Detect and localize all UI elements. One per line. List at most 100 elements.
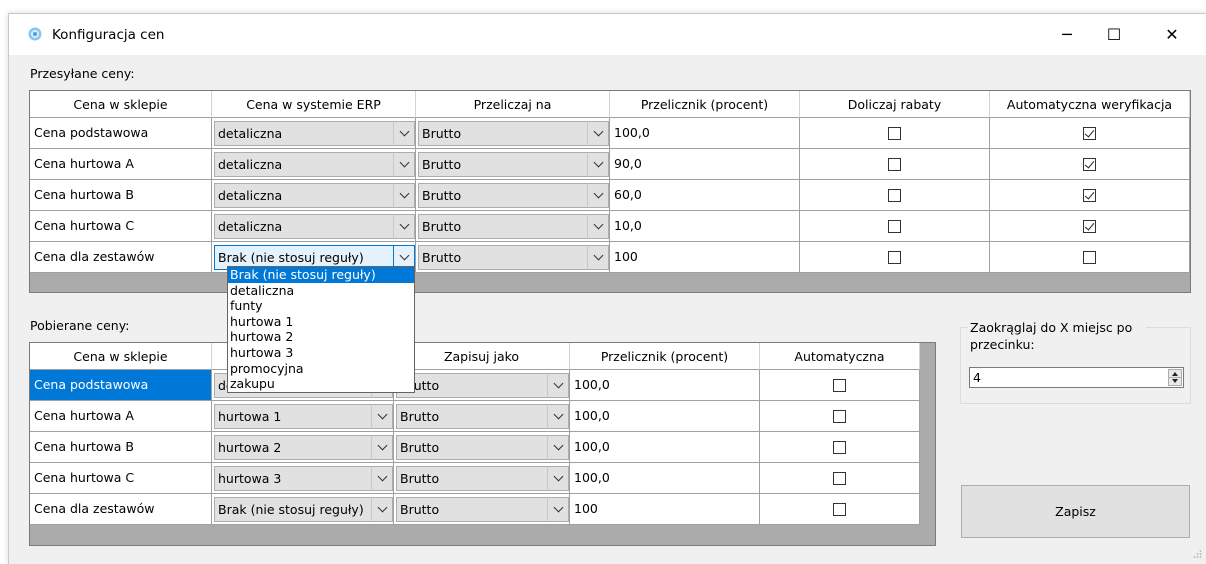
multiplier-cell[interactable]: 100 bbox=[570, 494, 760, 525]
convert-to-combo[interactable]: Brutto bbox=[416, 180, 610, 211]
fetched-column-header[interactable]: Cena w sklepie bbox=[30, 343, 212, 370]
chevron-down-icon[interactable] bbox=[371, 435, 393, 460]
multiplier-cell[interactable]: 100,0 bbox=[570, 432, 760, 463]
chevron-down-icon[interactable] bbox=[547, 373, 569, 398]
fetched-table-row[interactable]: Cena hurtowa Churtowa 3 Brutto 100,0 bbox=[30, 463, 920, 494]
erp-price-combo[interactable]: detaliczna bbox=[212, 211, 416, 242]
chevron-down-icon[interactable] bbox=[587, 152, 609, 177]
erp-price-combo[interactable]: detaliczna bbox=[212, 149, 416, 180]
chevron-down-icon[interactable] bbox=[547, 466, 569, 491]
chevron-down-icon[interactable] bbox=[393, 121, 415, 146]
shop-price-cell[interactable]: Cena dla zestawów bbox=[30, 494, 212, 525]
shop-price-cell[interactable]: Cena hurtowa B bbox=[30, 432, 212, 463]
fetched-column-header[interactable]: Automatyczna bbox=[760, 343, 920, 370]
auto-verify-checkbox[interactable] bbox=[1083, 188, 1096, 202]
sent-column-header[interactable]: Automatyczna weryfikacja bbox=[990, 91, 1190, 118]
chevron-down-icon[interactable] bbox=[547, 497, 569, 522]
fetched-table-row[interactable]: Cena podstawowadetalicznaBrutto100,0 bbox=[30, 370, 920, 401]
erp-price-combo[interactable]: detaliczna bbox=[212, 180, 416, 211]
erp-price-combo[interactable]: hurtowa 1 bbox=[212, 401, 394, 432]
add-discounts-checkbox[interactable] bbox=[888, 126, 901, 140]
chevron-down-icon[interactable] bbox=[393, 152, 415, 177]
chevron-down-icon[interactable] bbox=[371, 497, 393, 522]
erp-price-combo[interactable]: hurtowa 2 bbox=[212, 432, 394, 463]
convert-to-combo[interactable]: Brutto bbox=[416, 118, 610, 149]
auto-verify-checkbox[interactable] bbox=[1083, 126, 1096, 140]
add-discounts-checkbox[interactable] bbox=[888, 157, 901, 171]
auto-checkbox[interactable] bbox=[833, 440, 846, 454]
multiplier-cell[interactable]: 100,0 bbox=[570, 370, 760, 401]
chevron-down-icon[interactable] bbox=[371, 466, 393, 491]
sent-table-row[interactable]: Cena hurtowa Adetaliczna Brutto 90,0 bbox=[30, 149, 1190, 180]
save-button[interactable]: Zapisz bbox=[961, 485, 1190, 538]
erp-price-combo[interactable]: detaliczna bbox=[212, 118, 416, 149]
chevron-down-icon[interactable] bbox=[587, 183, 609, 208]
chevron-down-icon[interactable] bbox=[547, 435, 569, 460]
dropdown-option[interactable]: promocyjna bbox=[228, 361, 414, 377]
chevron-down-icon[interactable] bbox=[393, 183, 415, 208]
auto-checkbox[interactable] bbox=[833, 502, 846, 516]
convert-to-combo[interactable]: Brutto bbox=[416, 149, 610, 180]
sent-column-header[interactable]: Doliczaj rabaty bbox=[800, 91, 990, 118]
dropdown-option[interactable]: zakupu bbox=[228, 376, 414, 392]
auto-checkbox[interactable] bbox=[833, 378, 846, 392]
sent-column-header[interactable]: Przelicznik (procent) bbox=[610, 91, 800, 118]
save-as-combo[interactable]: Brutto bbox=[394, 432, 570, 463]
sent-table-row[interactable]: Cena dla zestawów Brak (nie stosuj reguły… bbox=[30, 242, 1190, 273]
shop-price-cell[interactable]: Cena hurtowa C bbox=[30, 463, 212, 494]
convert-to-combo[interactable]: Brutto bbox=[416, 242, 610, 273]
save-as-combo[interactable]: Brutto bbox=[394, 370, 570, 401]
dropdown-option[interactable]: Brak (nie stosuj reguły) bbox=[228, 267, 414, 283]
chevron-down-icon[interactable] bbox=[393, 214, 415, 239]
auto-verify-checkbox[interactable] bbox=[1083, 157, 1096, 171]
dropdown-option[interactable]: hurtowa 1 bbox=[228, 314, 414, 330]
fetched-table-row[interactable]: Cena dla zestawów Brak (nie stosuj reguły… bbox=[30, 494, 920, 525]
auto-verify-checkbox[interactable] bbox=[1083, 250, 1096, 264]
spin-up-icon[interactable] bbox=[1172, 372, 1178, 376]
add-discounts-checkbox[interactable] bbox=[888, 188, 901, 202]
spin-buttons[interactable] bbox=[1168, 369, 1182, 386]
multiplier-cell[interactable]: 100,0 bbox=[570, 463, 760, 494]
fetched-table-row[interactable]: Cena hurtowa Ahurtowa 1 Brutto 100,0 bbox=[30, 401, 920, 432]
multiplier-cell[interactable]: 90,0 bbox=[610, 149, 800, 180]
save-as-combo[interactable]: Brutto bbox=[394, 401, 570, 432]
maximize-button[interactable]: ☐ bbox=[1091, 14, 1137, 55]
spin-down-icon[interactable] bbox=[1172, 379, 1178, 383]
close-button[interactable]: ✕ bbox=[1149, 14, 1195, 55]
minimize-button[interactable]: ─ bbox=[1044, 14, 1090, 55]
add-discounts-checkbox[interactable] bbox=[888, 219, 901, 233]
convert-to-combo[interactable]: Brutto bbox=[416, 211, 610, 242]
shop-price-cell[interactable]: Cena hurtowa A bbox=[30, 401, 212, 432]
auto-checkbox[interactable] bbox=[833, 409, 846, 423]
dropdown-option[interactable]: hurtowa 2 bbox=[228, 329, 414, 345]
chevron-down-icon[interactable] bbox=[587, 121, 609, 146]
add-discounts-checkbox[interactable] bbox=[888, 250, 901, 264]
resize-grip-icon[interactable] bbox=[1192, 549, 1202, 559]
erp-price-combo[interactable]: hurtowa 3 bbox=[212, 463, 394, 494]
chevron-down-icon[interactable] bbox=[547, 404, 569, 429]
dropdown-option[interactable]: detaliczna bbox=[228, 283, 414, 299]
rounding-numeric-input[interactable]: 4 bbox=[969, 367, 1184, 388]
multiplier-cell[interactable]: 60,0 bbox=[610, 180, 800, 211]
erp-price-combo[interactable]: Brak (nie stosuj reguły) bbox=[212, 494, 394, 525]
fetched-table-row[interactable]: Cena hurtowa Bhurtowa 2 Brutto 100,0 bbox=[30, 432, 920, 463]
save-as-combo[interactable]: Brutto bbox=[394, 463, 570, 494]
sent-table-row[interactable]: Cena hurtowa Cdetaliczna Brutto 10,0 bbox=[30, 211, 1190, 242]
shop-price-cell[interactable]: Cena podstawowa bbox=[30, 370, 212, 401]
save-as-combo[interactable]: Brutto bbox=[394, 494, 570, 525]
fetched-column-header[interactable]: Przelicznik (procent) bbox=[570, 343, 760, 370]
multiplier-cell[interactable]: 100,0 bbox=[610, 118, 800, 149]
sent-prices-grid[interactable]: Cena w sklepie Cena w systemie ERP Przelic… bbox=[29, 90, 1191, 293]
chevron-down-icon[interactable] bbox=[587, 214, 609, 239]
sent-column-header[interactable]: Cena w sklepie bbox=[30, 91, 212, 118]
multiplier-cell[interactable]: 100 bbox=[610, 242, 800, 273]
auto-checkbox[interactable] bbox=[833, 471, 846, 485]
sent-table-row[interactable]: Cena podstawowa detaliczna Brutto 100,0 bbox=[30, 118, 1190, 149]
chevron-down-icon[interactable] bbox=[587, 245, 609, 270]
dropdown-option[interactable]: hurtowa 3 bbox=[228, 345, 414, 361]
dropdown-option[interactable]: funty bbox=[228, 298, 414, 314]
multiplier-cell[interactable]: 10,0 bbox=[610, 211, 800, 242]
chevron-down-icon[interactable] bbox=[371, 404, 393, 429]
auto-verify-checkbox[interactable] bbox=[1083, 219, 1096, 233]
multiplier-cell[interactable]: 100,0 bbox=[570, 401, 760, 432]
